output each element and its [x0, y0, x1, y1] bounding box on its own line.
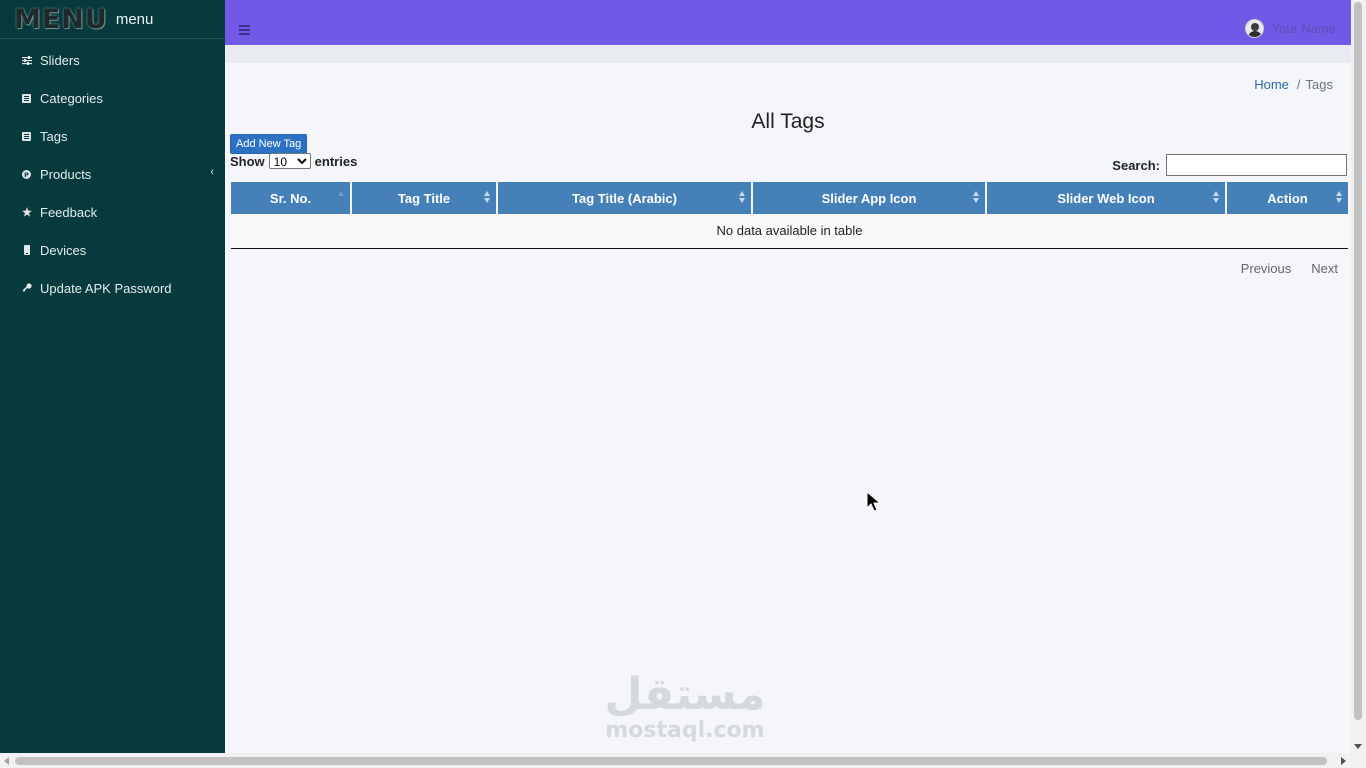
scroll-down-arrow-icon[interactable]	[1354, 744, 1362, 749]
sidebar-item-label: Sliders	[40, 52, 80, 68]
search-label: Search:	[1112, 157, 1160, 173]
sidebar-item-label: Products	[40, 166, 92, 182]
entries-label: entries	[314, 153, 358, 169]
sort-icon	[1336, 191, 1343, 205]
key-icon	[21, 283, 32, 294]
column-header-label: Sr. No.	[269, 190, 312, 206]
list-icon	[21, 93, 32, 104]
breadcrumb-home-link[interactable]: Home	[1254, 77, 1289, 92]
sliders-icon	[21, 55, 32, 66]
brand-logo: MENU	[14, 3, 108, 35]
sort-asc-icon	[338, 191, 345, 205]
breadcrumb-current: Tags	[1305, 77, 1333, 92]
sidebar-brand[interactable]: MENU menu	[0, 0, 225, 39]
sidebar-item-update-apk-password[interactable]: Update APK Password	[0, 269, 225, 307]
user-name: Your Name	[1271, 21, 1336, 36]
list-icon	[21, 131, 32, 142]
horizontal-scrollbar-thumb[interactable]	[15, 757, 1327, 765]
top-navbar: Your Name	[225, 0, 1351, 45]
sort-icon	[1213, 191, 1220, 205]
sidebar-item-label: Categories	[40, 90, 103, 106]
scroll-right-arrow-icon[interactable]	[1341, 757, 1346, 765]
main-content: Home / Tags All Tags Add New Tag Show 10…	[225, 63, 1351, 753]
brand-text: menu	[115, 10, 154, 28]
column-header-tag-title[interactable]: Tag Title	[351, 182, 498, 214]
column-header-label: Slider App Icon	[821, 190, 917, 206]
sidebar-item-feedback[interactable]: Feedback	[0, 193, 225, 231]
column-header-label: Tag Title	[397, 190, 451, 206]
sidebar-nav: Sliders Categories Tags P Products ‹ Fee…	[0, 39, 225, 307]
sidebar-item-label: Tags	[40, 128, 68, 144]
column-header-label: Slider Web Icon	[1057, 190, 1155, 206]
column-header-label: Action	[1267, 190, 1308, 206]
pagination-previous[interactable]: Previous	[1231, 261, 1302, 276]
show-label: Show	[230, 153, 265, 169]
sort-icon	[739, 191, 746, 205]
sidebar: MENU menu Sliders Categories Tags P Prod	[0, 0, 225, 753]
sidebar-item-label: Update APK Password	[40, 280, 172, 296]
breadcrumb-separator: /	[1296, 77, 1301, 92]
user-menu[interactable]: Your Name	[1245, 19, 1336, 38]
svg-text:P: P	[24, 171, 29, 179]
table-search: Search:	[1112, 154, 1347, 176]
mostaql-watermark: مستقل mostaql.com	[600, 671, 770, 743]
mouse-cursor-icon	[866, 491, 882, 512]
sidebar-item-tags[interactable]: Tags	[0, 117, 225, 155]
sidebar-item-devices[interactable]: Devices	[0, 231, 225, 269]
watermark-arabic: مستقل	[604, 669, 766, 720]
hamburger-menu-icon[interactable]	[239, 25, 250, 35]
vertical-scrollbar[interactable]	[1351, 0, 1366, 753]
pagination: Previous Next	[1231, 261, 1348, 276]
tags-table: Sr. No. Tag Title Tag Title (Arabic) Sli…	[231, 182, 1348, 249]
pagination-next[interactable]: Next	[1301, 261, 1348, 276]
avatar	[1245, 19, 1265, 38]
page-size-select[interactable]: 10	[268, 153, 311, 169]
page-title: All Tags	[751, 110, 825, 133]
column-header-action[interactable]: Action	[1226, 182, 1348, 214]
sidebar-item-products[interactable]: P Products ‹	[0, 155, 225, 193]
mobile-icon	[21, 245, 32, 256]
sidebar-item-label: Devices	[40, 242, 87, 258]
scroll-left-arrow-icon[interactable]	[4, 757, 9, 765]
vertical-scrollbar-thumb[interactable]	[1354, 2, 1362, 720]
sort-icon	[973, 191, 980, 205]
column-header-tag-title-arabic[interactable]: Tag Title (Arabic)	[497, 182, 753, 214]
subheader-strip	[225, 45, 1351, 63]
watermark-latin: mostaql.com	[605, 718, 765, 743]
column-header-slider-app-icon[interactable]: Slider App Icon	[752, 182, 987, 214]
page-length-control: Show 10 entries	[230, 153, 357, 169]
table-header-row: Sr. No. Tag Title Tag Title (Arabic) Sli…	[231, 182, 1348, 214]
empty-table-message: No data available in table	[231, 214, 1348, 249]
horizontal-scrollbar[interactable]	[0, 753, 1366, 768]
sidebar-item-label: Feedback	[40, 204, 98, 220]
sidebar-item-sliders[interactable]: Sliders	[0, 41, 225, 79]
sort-icon	[484, 191, 491, 205]
search-input[interactable]	[1166, 154, 1347, 176]
column-header-slider-web-icon[interactable]: Slider Web Icon	[986, 182, 1227, 214]
sidebar-item-categories[interactable]: Categories	[0, 79, 225, 117]
product-hunt-icon: P	[21, 169, 32, 180]
add-new-tag-button[interactable]: Add New Tag	[230, 134, 308, 154]
chevron-left-icon[interactable]: ‹	[210, 166, 214, 178]
breadcrumb: Home / Tags	[1254, 77, 1333, 92]
column-header-sr-no[interactable]: Sr. No.	[231, 182, 352, 214]
column-header-label: Tag Title (Arabic)	[572, 190, 677, 206]
table-row: No data available in table	[231, 214, 1348, 249]
star-icon	[21, 207, 32, 218]
